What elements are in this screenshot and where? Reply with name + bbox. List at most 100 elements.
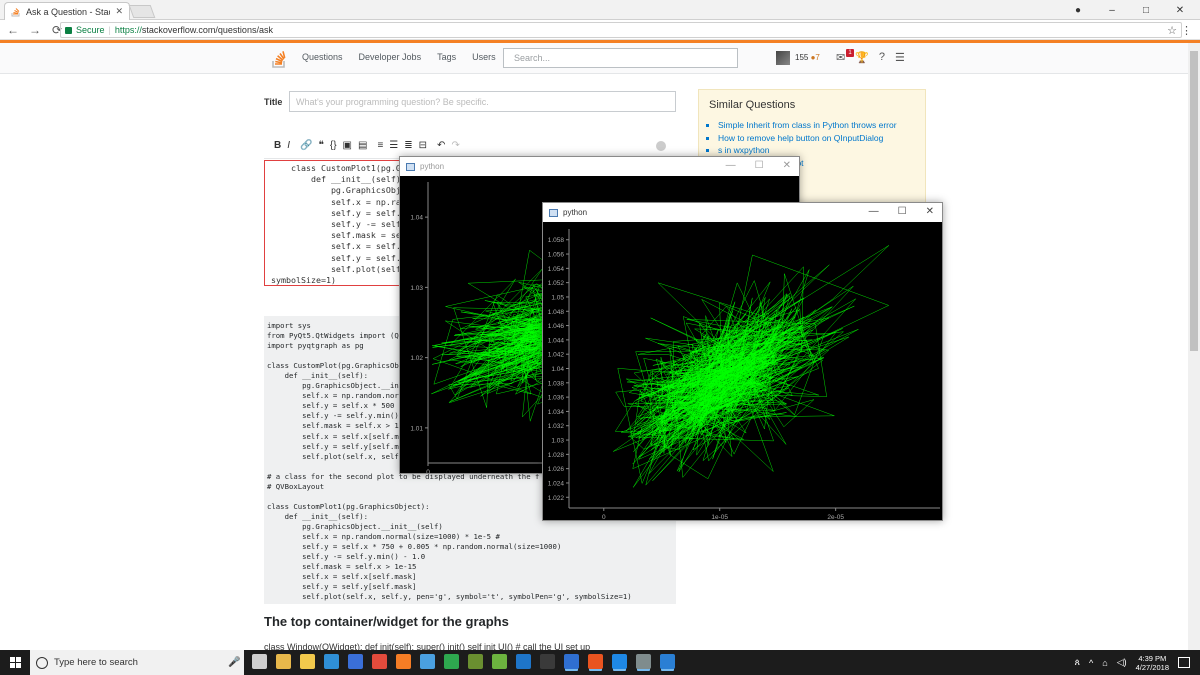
y-tick-label: 1.01 xyxy=(410,425,423,432)
volume-icon[interactable]: ◁) xyxy=(1117,657,1127,668)
snippet-icon[interactable]: ▤ xyxy=(358,140,367,151)
editor-help-icon[interactable] xyxy=(656,141,666,151)
preview-heading: The top container/widget for the graphs xyxy=(264,614,509,629)
taskbar-app-icon[interactable] xyxy=(276,654,291,669)
browser-window-controls: ● – □ ✕ xyxy=(1072,0,1186,20)
taskbar-app-icon[interactable] xyxy=(372,654,387,669)
tray-overflow-icon[interactable]: ^ xyxy=(1089,658,1093,668)
nav-tags[interactable]: Tags xyxy=(437,52,456,62)
network-icon[interactable]: ⌂ xyxy=(1102,658,1107,668)
action-center-icon[interactable] xyxy=(1178,657,1190,668)
so-nav: Questions Developer Jobs Tags Users xyxy=(302,52,496,62)
new-tab-button[interactable] xyxy=(128,5,156,18)
plot-window-titlebar[interactable]: python — ☐ ✕ xyxy=(400,157,799,176)
nav-questions[interactable]: Questions xyxy=(302,52,343,62)
python-plot-window-front[interactable]: python — ☐ ✕ 1.058 1.056 1.054 1.052 1.05 1.0… xyxy=(542,202,943,521)
undo-icon[interactable]: ↶ xyxy=(437,140,445,151)
code-icon[interactable]: {} xyxy=(330,140,337,151)
taskbar-app-icon[interactable] xyxy=(492,654,507,669)
link-icon[interactable]: 🔗 xyxy=(300,140,312,151)
y-tick-label: 1.03 xyxy=(410,285,423,292)
similar-question-link[interactable]: s in wxpython xyxy=(718,145,915,156)
taskbar-app-icon[interactable] xyxy=(396,654,411,669)
secure-label: Secure xyxy=(76,25,105,35)
taskbar-app-icon[interactable] xyxy=(420,654,435,669)
plot-window-controls: — ☐ ✕ xyxy=(726,160,791,171)
minimize-button[interactable]: — xyxy=(869,206,879,217)
taskbar-app-icon[interactable] xyxy=(444,654,459,669)
stackoverflow-logo-icon[interactable] xyxy=(271,49,287,69)
x-tick-label: 0 xyxy=(426,469,430,473)
similar-question-link[interactable]: How to remove help button on QInputDialo… xyxy=(718,133,915,144)
tab-close-icon[interactable]: ✕ xyxy=(115,6,123,17)
site-switcher-icon[interactable]: ☰ xyxy=(895,51,905,64)
people-icon[interactable]: ጰ xyxy=(1075,657,1080,668)
close-button[interactable]: ✕ xyxy=(926,206,934,217)
maximize-button[interactable]: □ xyxy=(1140,5,1152,16)
scrollbar-thumb[interactable] xyxy=(1190,51,1198,351)
taskbar-search-placeholder: Type here to search xyxy=(54,657,138,668)
taskbar-app-icon[interactable] xyxy=(540,654,555,669)
taskbar-app-icon[interactable] xyxy=(252,654,267,669)
redo-icon[interactable]: ↷ xyxy=(451,140,459,151)
nav-users[interactable]: Users xyxy=(472,52,496,62)
taskbar-app-icon[interactable] xyxy=(612,654,627,669)
taskbar-app-icon[interactable] xyxy=(564,654,579,669)
profile-icon[interactable]: ● xyxy=(1072,5,1084,16)
scatter-line-plot[interactable]: 1.058 1.056 1.054 1.052 1.05 1.048 1.046 1.044 1… xyxy=(543,222,942,520)
y-tick-label: 1.02 xyxy=(410,355,423,362)
python-window-icon xyxy=(549,208,558,217)
y-tick-label: 1.026 xyxy=(548,466,565,473)
bold-button[interactable]: B xyxy=(274,140,281,151)
italic-button[interactable]: I xyxy=(287,140,290,151)
taskbar-search[interactable]: Type here to search xyxy=(30,650,244,675)
close-button[interactable]: ✕ xyxy=(783,160,791,171)
start-button[interactable] xyxy=(10,657,21,668)
plot-window-titlebar[interactable]: python — ☐ ✕ xyxy=(543,203,942,222)
y-tick-label: 1.028 xyxy=(548,452,565,459)
numbered-list-icon[interactable]: ≡ xyxy=(377,140,383,151)
maximize-button[interactable]: ☐ xyxy=(755,160,764,171)
bookmark-star-icon[interactable]: ☆ xyxy=(1167,24,1177,37)
taskbar-app-icon[interactable] xyxy=(324,654,339,669)
bulleted-list-icon[interactable]: ☰ xyxy=(389,140,398,151)
forward-button[interactable]: → xyxy=(26,23,44,37)
avatar[interactable] xyxy=(776,51,790,65)
page-scrollbar[interactable] xyxy=(1188,43,1200,650)
help-icon[interactable]: ? xyxy=(879,51,885,64)
taskbar-app-icon[interactable] xyxy=(348,654,363,669)
taskbar-app-icon[interactable] xyxy=(516,654,531,669)
chrome-menu-icon[interactable]: ⋮ xyxy=(1181,24,1192,37)
minimize-button[interactable]: – xyxy=(1106,5,1118,16)
close-button[interactable]: ✕ xyxy=(1174,5,1186,16)
taskbar-app-icon[interactable] xyxy=(588,654,603,669)
similar-question-link[interactable]: Simple Inherit from class in Python thro… xyxy=(718,120,915,131)
address-bar[interactable]: Secure | https://stackoverflow.com/quest… xyxy=(60,22,1182,38)
blockquote-icon[interactable]: ❝ xyxy=(318,140,323,151)
maximize-button[interactable]: ☐ xyxy=(898,206,907,217)
x-tick-label: 0 xyxy=(602,514,606,520)
taskbar-app-icon[interactable] xyxy=(660,654,675,669)
heading-icon[interactable]: ≣ xyxy=(404,140,412,151)
achievements-icon[interactable]: 🏆 xyxy=(855,51,869,64)
python-window-icon xyxy=(406,162,415,171)
clock-time: 4:39 PM xyxy=(1138,653,1167,663)
browser-tab[interactable]: Ask a Question - Stack O ✕ xyxy=(4,2,130,20)
image-icon[interactable]: ▣ xyxy=(343,140,352,151)
microphone-icon[interactable]: 🎤 xyxy=(228,657,240,668)
inbox-icon[interactable]: ✉ xyxy=(836,51,845,64)
title-input[interactable]: What's your programming question? Be spe… xyxy=(289,91,676,112)
tab-title: Ask a Question - Stack O xyxy=(26,6,110,17)
y-tick-label: 1.048 xyxy=(548,309,565,316)
y-tick-label: 1.04 xyxy=(551,366,564,373)
clock[interactable]: 4:39 PM 4/27/2018 xyxy=(1136,654,1169,672)
nav-developer-jobs[interactable]: Developer Jobs xyxy=(359,52,422,62)
taskbar-app-icon[interactable] xyxy=(468,654,483,669)
back-button[interactable]: ← xyxy=(4,23,22,37)
taskbar-app-icon[interactable] xyxy=(636,654,651,669)
taskbar-app-icon[interactable] xyxy=(300,654,315,669)
url-path: stackoverflow.com/questions/ask xyxy=(141,25,273,35)
site-search-input[interactable]: Search... xyxy=(503,48,738,68)
minimize-button[interactable]: — xyxy=(726,160,736,171)
horizontal-rule-icon[interactable]: ⊟ xyxy=(419,140,427,151)
